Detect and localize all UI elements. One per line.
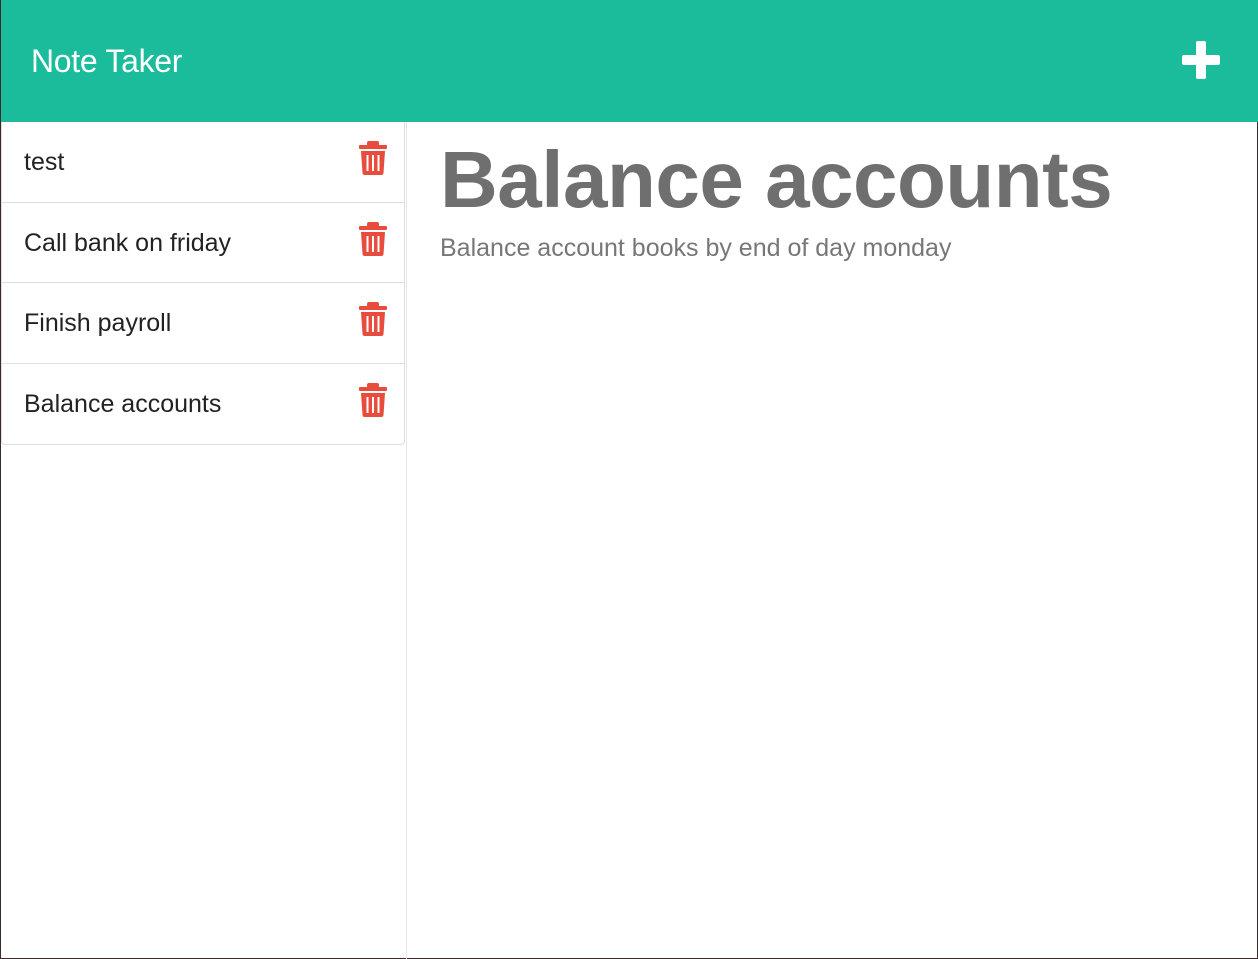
note-text-field[interactable]: Balance account books by end of day mond… — [440, 231, 951, 265]
list-item[interactable]: Finish payroll — [2, 283, 404, 364]
note-list-title[interactable]: Finish payroll — [24, 307, 171, 339]
delete-note-button[interactable] — [357, 221, 389, 257]
note-list: test Call bank on friday Finish payroll … — [1, 122, 405, 445]
note-list-title[interactable]: Balance accounts — [24, 388, 221, 420]
new-note-button[interactable] — [1179, 38, 1223, 82]
list-item[interactable]: Balance accounts — [2, 364, 404, 445]
trash-icon — [359, 382, 387, 417]
note-title-field[interactable]: Balance accounts — [440, 132, 1113, 228]
app-brand[interactable]: Note Taker — [31, 41, 182, 81]
delete-note-button[interactable] — [357, 382, 389, 418]
sidebar: test Call bank on friday Finish payroll … — [1, 122, 407, 959]
plus-icon — [1182, 41, 1220, 79]
list-item[interactable]: test — [2, 122, 404, 203]
note-list-title[interactable]: Call bank on friday — [24, 227, 231, 259]
note-detail: Balance accounts Balance account books b… — [407, 122, 1258, 959]
list-item[interactable]: Call bank on friday — [2, 203, 404, 283]
trash-icon — [359, 141, 387, 175]
note-list-title[interactable]: test — [24, 146, 64, 178]
delete-note-button[interactable] — [357, 140, 389, 176]
navbar: Note Taker — [1, 0, 1258, 122]
note-taker-app: Note Taker test Call bank on friday Fini… — [0, 0, 1258, 959]
trash-icon — [359, 302, 387, 336]
delete-note-button[interactable] — [357, 301, 389, 337]
trash-icon — [359, 221, 387, 256]
